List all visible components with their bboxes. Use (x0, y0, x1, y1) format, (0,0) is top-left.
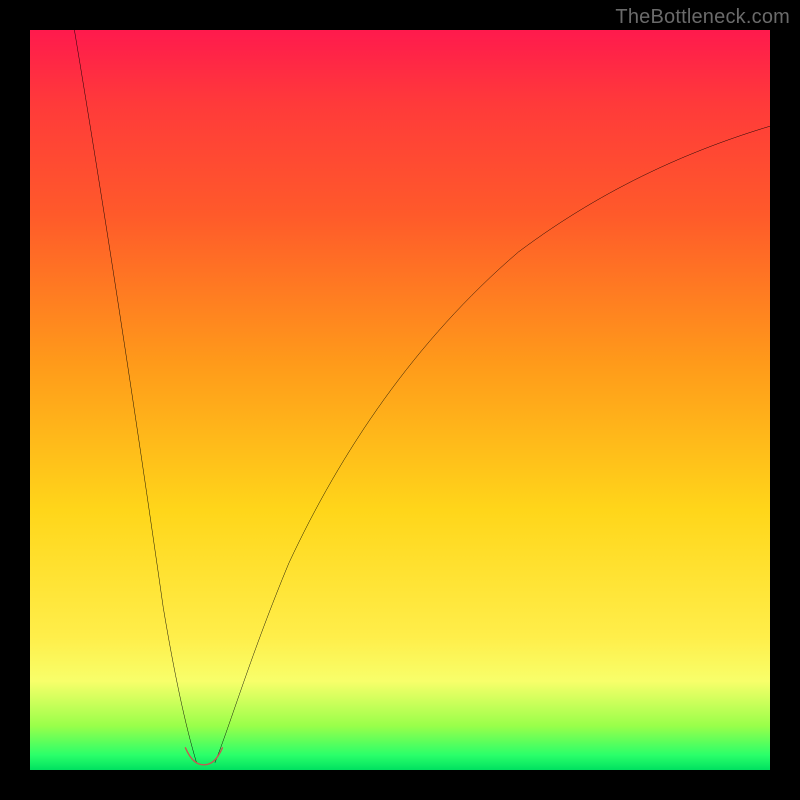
curve-layer (30, 30, 770, 770)
curve-left-branch (74, 30, 196, 763)
watermark-text: TheBottleneck.com (615, 6, 790, 29)
curve-right-branch (215, 126, 770, 762)
chart-frame: TheBottleneck.com (0, 0, 800, 800)
plot-area (30, 30, 770, 770)
trough-marker (185, 748, 222, 765)
